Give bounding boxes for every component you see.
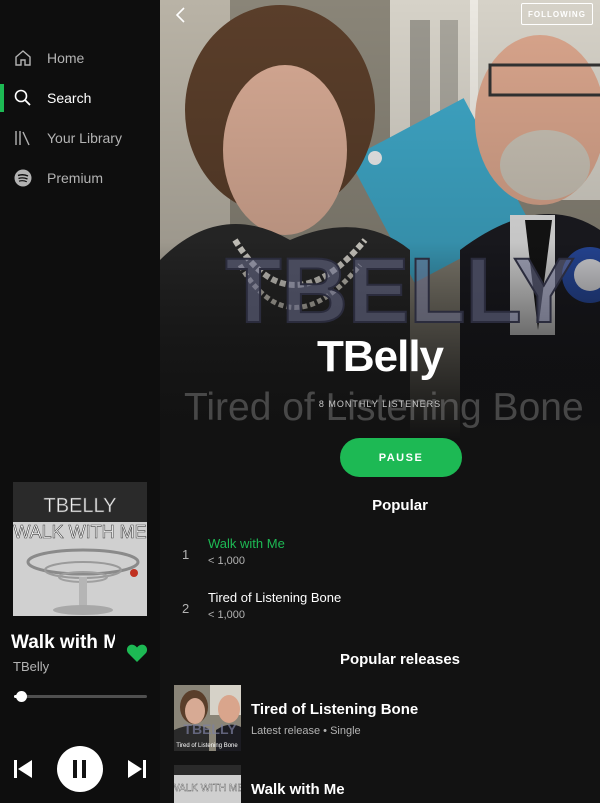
skip-forward-icon[interactable]: [128, 760, 146, 778]
sidebar: Home Search Your Library Premium TBELLY …: [0, 0, 160, 803]
artist-logo-text: TBELLY: [225, 240, 574, 342]
pause-icon: [73, 760, 86, 778]
release-title: Tired of Listening Bone: [251, 701, 419, 718]
sidebar-item-label: Search: [47, 90, 92, 106]
release-logo-text: TBELLY: [183, 721, 237, 737]
track-plays: < 1,000: [208, 609, 246, 621]
sidebar-item-label: Home: [47, 50, 85, 66]
monthly-listeners: 8 MONTHLY LISTENERS: [318, 399, 442, 409]
now-playing-artwork[interactable]: TBELLY WALK WITH ME: [13, 482, 147, 616]
artist-name: TBelly: [316, 332, 444, 381]
release-art-caption: Tired of Listening Bone: [176, 743, 238, 749]
popular-heading: Popular: [372, 497, 428, 514]
artist-header: TBELLY Tired of Listening Bone FOLLOWING…: [160, 0, 600, 440]
home-icon: [15, 50, 31, 66]
track-row[interactable]: 1 Walk with Me < 1,000: [160, 536, 600, 576]
spotify-icon: [14, 169, 32, 187]
release-title: Walk with Me: [251, 781, 345, 798]
skip-back-icon[interactable]: [14, 760, 32, 778]
sidebar-item-library[interactable]: Your Library: [0, 121, 160, 155]
sidebar-item-search[interactable]: Search: [0, 81, 160, 115]
release-artwork: TBELLY Tired of Listening Bone: [174, 685, 241, 751]
track-plays: < 1,000: [208, 555, 246, 567]
library-icon: [15, 131, 30, 146]
track-title: Tired of Listening Bone: [208, 590, 342, 605]
release-art-image: TBELLY Tired of Listening Bone: [174, 685, 241, 751]
track-title: Walk with Me: [208, 536, 285, 551]
progress-handle[interactable]: [15, 691, 27, 702]
sidebar-item-label: Premium: [47, 170, 104, 186]
back-arrow-icon[interactable]: [172, 6, 190, 24]
search-icon: [14, 89, 31, 106]
album-art-image: TBELLY WALK WITH ME: [13, 482, 147, 616]
release-subtitle: Latest release • Single: [251, 725, 361, 737]
release-item[interactable]: WALK WITH ME Walk with Me: [174, 765, 594, 803]
sidebar-item-label: Your Library: [47, 130, 122, 146]
progress-bar[interactable]: [14, 691, 147, 702]
track-row[interactable]: 2 Tired of Listening Bone < 1,000: [160, 590, 600, 630]
sidebar-item-premium[interactable]: Premium: [0, 161, 160, 195]
pause-play-button[interactable]: PAUSE: [340, 438, 462, 477]
sidebar-item-home[interactable]: Home: [0, 41, 160, 75]
now-playing-title[interactable]: Walk with Me: [11, 632, 115, 654]
art-title-text: WALK WITH ME: [13, 522, 146, 542]
pause-button[interactable]: [57, 746, 103, 792]
following-button[interactable]: FOLLOWING: [521, 3, 593, 25]
release-artwork: WALK WITH ME: [174, 765, 241, 803]
track-number: 1: [182, 547, 190, 562]
track-number: 2: [182, 601, 190, 616]
release-art-image: WALK WITH ME: [174, 765, 241, 803]
now-playing-artist[interactable]: TBelly: [13, 659, 49, 674]
art-logo-text: TBELLY: [44, 495, 117, 517]
heart-icon[interactable]: [126, 643, 148, 663]
popular-releases-heading: Popular releases: [339, 651, 461, 668]
release-item[interactable]: TBELLY Tired of Listening Bone Tired of …: [174, 685, 594, 751]
release-art-caption: WALK WITH ME: [174, 783, 241, 794]
artist-page: TBELLY Tired of Listening Bone FOLLOWING…: [160, 0, 600, 803]
